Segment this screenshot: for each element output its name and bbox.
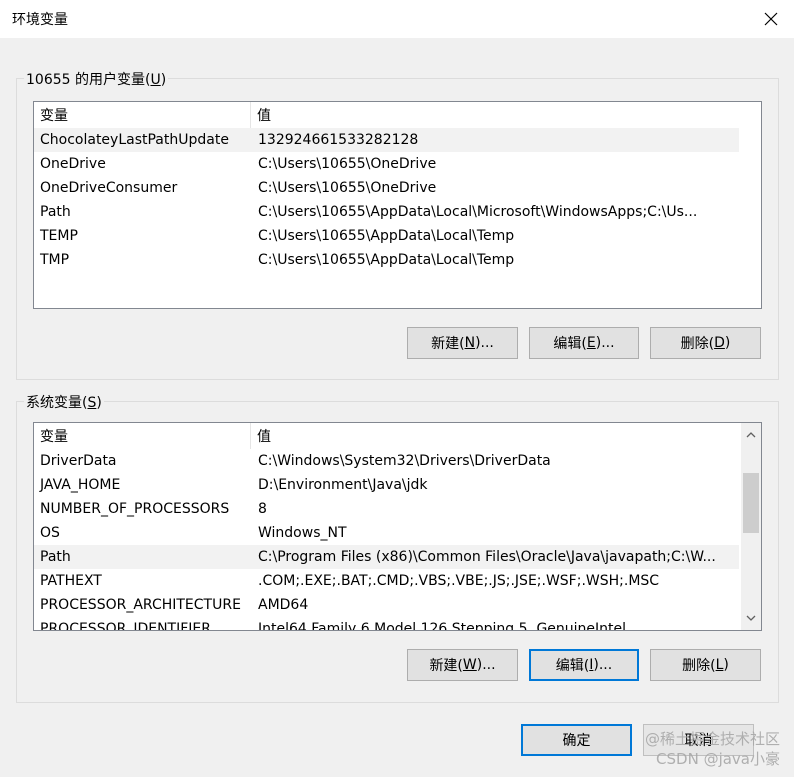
user-new-button[interactable]: 新建(N)...: [407, 327, 518, 359]
system-vars-list[interactable]: 变量 值 DriverData C:\Windows\System32\Drive…: [33, 422, 762, 631]
watermark-line-2: CSDN @java小豪: [656, 750, 780, 768]
variable-value-cell: 132924661533282128: [258, 132, 419, 148]
table-row[interactable]: PROCESSOR_IDENTIFIER Intel64 Family 6 Mod…: [34, 617, 739, 631]
table-row[interactable]: TEMP C:\Users\10655\AppData\Local\Temp: [34, 224, 739, 248]
variable-value-cell: Intel64 Family 6 Model 126 Stepping 5, G…: [258, 621, 627, 631]
close-button[interactable]: [748, 0, 794, 38]
variable-name-cell: OS: [40, 525, 60, 541]
variable-name-cell: PATHEXT: [40, 573, 102, 589]
scroll-up-button[interactable]: [741, 425, 761, 445]
column-header-variable[interactable]: 变量: [34, 423, 251, 449]
system-vars-header: 变量 值: [34, 423, 739, 449]
variable-value-cell: .COM;.EXE;.BAT;.CMD;.VBS;.VBE;.JS;.JSE;.…: [258, 573, 660, 589]
variable-value-cell: C:\Users\10655\OneDrive: [258, 156, 437, 172]
variable-value-cell: C:\Program Files (x86)\Common Files\Orac…: [258, 549, 716, 565]
variable-value-cell: AMD64: [258, 597, 309, 613]
variable-value-cell: C:\Users\10655\AppData\Local\Microsoft\W…: [258, 204, 698, 220]
variable-value-cell: C:\Windows\System32\Drivers\DriverData: [258, 453, 551, 469]
variable-name-cell: OneDrive: [40, 156, 106, 172]
variable-value-cell: 8: [258, 501, 267, 517]
variable-value-cell: C:\Users\10655\OneDrive: [258, 180, 437, 196]
user-delete-button[interactable]: 删除(D): [650, 327, 761, 359]
variable-name-cell: OneDriveConsumer: [40, 180, 178, 196]
column-header-value[interactable]: 值: [251, 102, 739, 128]
variable-name-cell: NUMBER_OF_PROCESSORS: [40, 501, 230, 517]
window-title: 环境变量: [12, 12, 68, 28]
variable-name-cell: ChocolateyLastPathUpdate: [40, 132, 229, 148]
scroll-thumb[interactable]: [743, 473, 759, 533]
watermark: @稀土掘金技术社区 CSDN @java小豪: [645, 729, 780, 769]
variable-value-cell: C:\Users\10655\AppData\Local\Temp: [258, 228, 515, 244]
table-row[interactable]: ChocolateyLastPathUpdate 1329246615332821…: [34, 128, 739, 152]
table-row[interactable]: PROCESSOR_ARCHITECTURE AMD64: [34, 593, 739, 617]
variable-value-cell: D:\Environment\Java\jdk: [258, 477, 428, 493]
table-row[interactable]: OS Windows_NT: [34, 521, 739, 545]
system-delete-button[interactable]: 删除(L): [650, 649, 761, 681]
user-vars-label: 10655 的用户变量(U): [24, 69, 169, 89]
user-vars-rows: ChocolateyLastPathUpdate 1329246615332821…: [34, 128, 739, 272]
table-row[interactable]: DriverData C:\Windows\System32\Drivers\Dr…: [34, 449, 739, 473]
title-bar: 环境变量: [0, 0, 794, 38]
variable-name-cell: TEMP: [40, 228, 78, 244]
system-vars-scrollbar[interactable]: [741, 423, 761, 630]
variable-name-cell: PROCESSOR_IDENTIFIER: [40, 621, 211, 631]
variable-value-cell: C:\Users\10655\AppData\Local\Temp: [258, 252, 515, 268]
table-row[interactable]: Path C:\Users\10655\AppData\Local\Microso…: [34, 200, 739, 224]
variable-value-cell: Windows_NT: [258, 525, 347, 541]
chevron-down-icon: [746, 615, 756, 621]
watermark-line-1: @稀土掘金技术社区: [644, 730, 780, 748]
variable-name-cell: TMP: [40, 252, 70, 268]
column-header-value[interactable]: 值: [251, 423, 739, 449]
close-icon: [764, 12, 778, 26]
table-row[interactable]: OneDrive C:\Users\10655\OneDrive: [34, 152, 739, 176]
user-edit-button[interactable]: 编辑(E)...: [529, 327, 639, 359]
scroll-down-button[interactable]: [741, 608, 761, 628]
variable-name-cell: Path: [40, 204, 71, 220]
user-vars-list[interactable]: 变量 值 ChocolateyLastPathUpdate 13292466153…: [33, 101, 762, 309]
system-new-button[interactable]: 新建(W)...: [407, 649, 518, 681]
system-vars-rows: DriverData C:\Windows\System32\Drivers\Dr…: [34, 449, 739, 631]
variable-name-cell: DriverData: [40, 453, 117, 469]
system-vars-label: 系统变量(S): [24, 392, 104, 412]
variable-name-cell: PROCESSOR_ARCHITECTURE: [40, 597, 241, 613]
table-row[interactable]: JAVA_HOME D:\Environment\Java\jdk: [34, 473, 739, 497]
table-row[interactable]: NUMBER_OF_PROCESSORS 8: [34, 497, 739, 521]
column-header-variable[interactable]: 变量: [34, 102, 251, 128]
user-vars-header: 变量 值: [34, 102, 739, 128]
system-edit-button[interactable]: 编辑(I)...: [529, 649, 639, 681]
chevron-up-icon: [746, 432, 756, 438]
variable-name-cell: Path: [40, 549, 71, 565]
ok-button[interactable]: 确定: [521, 724, 632, 756]
table-row[interactable]: PATHEXT .COM;.EXE;.BAT;.CMD;.VBS;.VBE;.JS…: [34, 569, 739, 593]
table-row[interactable]: OneDriveConsumer C:\Users\10655\OneDrive: [34, 176, 739, 200]
table-row[interactable]: Path C:\Program Files (x86)\Common Files\…: [34, 545, 739, 569]
variable-name-cell: JAVA_HOME: [40, 477, 121, 493]
table-row[interactable]: TMP C:\Users\10655\AppData\Local\Temp: [34, 248, 739, 272]
